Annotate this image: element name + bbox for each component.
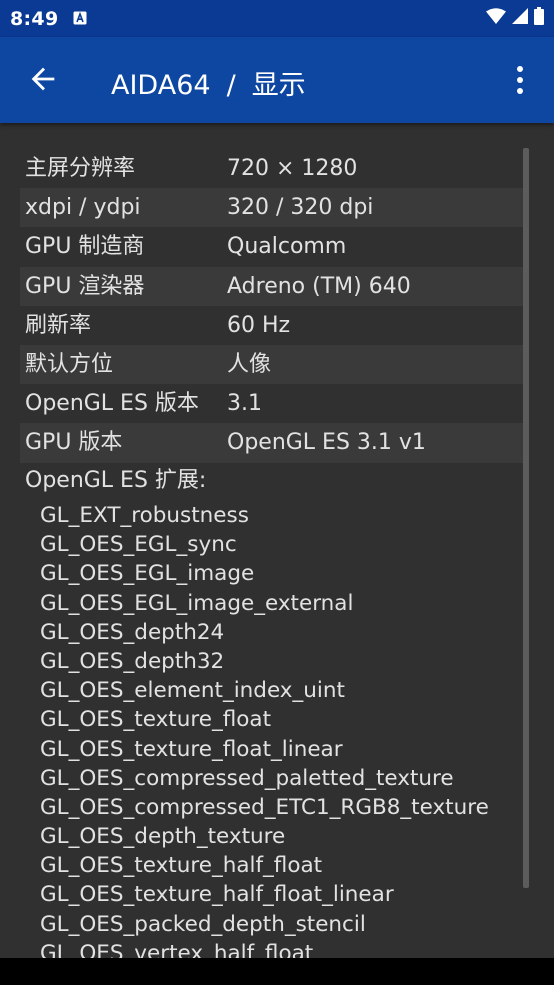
list-item: GL_OES_depth24 (40, 619, 225, 645)
info-row-orientation[interactable]: 默认方位 人像 (20, 344, 529, 385)
list-item: GL_OES_EGL_image_external (40, 590, 354, 616)
list-item: GL_OES_element_index_uint (40, 678, 345, 704)
status-bar: 8:49 (0, 0, 554, 37)
status-time: 8:49 (10, 8, 59, 30)
list-item: GL_OES_EGL_image (40, 561, 255, 587)
list-item: GL_OES_texture_float_linear (40, 736, 343, 762)
list-item: GL_OES_EGL_sync (40, 532, 237, 558)
scrollbar[interactable] (523, 148, 529, 888)
list-item: GL_OES_depth32 (40, 648, 225, 674)
list-item: GL_OES_packed_depth_stencil (40, 911, 366, 937)
display-info-content[interactable]: 主屏分辨率 720 × 1280 xdpi / ydpi 320 / 320 d… (0, 123, 554, 958)
info-label: 主屏分辨率 (25, 156, 136, 181)
info-value: 320 / 320 dpi (227, 195, 374, 221)
info-value: 60 Hz (227, 312, 291, 338)
overflow-menu-button[interactable] (506, 63, 534, 97)
info-label: GPU 渲染器 (25, 273, 145, 299)
title-separator: / (226, 70, 236, 101)
info-value: 720 × 1280 (227, 156, 358, 181)
info-label: 刷新率 (25, 312, 92, 338)
info-value: OpenGL ES 3.1 v1 (227, 430, 426, 456)
info-row-opengl-version[interactable]: OpenGL ES 版本 3.1 (20, 384, 529, 423)
info-label: GPU 制造商 (25, 234, 145, 260)
info-label: OpenGL ES 版本 (25, 391, 199, 417)
cellular-signal-icon (512, 8, 528, 28)
list-item: GL_EXT_robustness (40, 503, 249, 528)
extensions-list: GL_EXT_robustness GL_OES_EGL_sync GL_OES… (40, 501, 489, 958)
info-row-gpu-renderer[interactable]: GPU 渲染器 Adreno (TM) 640 (20, 266, 529, 306)
info-value: Adreno (TM) 640 (227, 273, 411, 299)
app-bar: AIDA64 / 显示 (0, 37, 554, 123)
app-name: AIDA64 (111, 70, 211, 101)
info-value: 3.1 (227, 391, 262, 417)
info-row-gpu-version[interactable]: GPU 版本 OpenGL ES 3.1 v1 (20, 423, 529, 463)
back-button[interactable] (26, 62, 60, 96)
info-value: 人像 (227, 351, 272, 377)
status-icons (486, 7, 544, 29)
wifi-icon (486, 8, 506, 28)
list-item: GL_OES_depth_texture (40, 824, 286, 850)
info-value: Qualcomm (227, 234, 347, 260)
info-label: 默认方位 (25, 351, 114, 377)
info-label: xdpi / ydpi (25, 195, 141, 221)
list-item: GL_OES_texture_half_float (40, 853, 323, 879)
list-item: GL_OES_texture_half_float_linear (40, 882, 394, 908)
info-row-dpi[interactable]: xdpi / ydpi 320 / 320 dpi (20, 188, 529, 228)
battery-icon (534, 7, 544, 29)
list-item: GL_OES_texture_float (40, 707, 271, 733)
list-item: GL_OES_compressed_paletted_texture (40, 765, 454, 791)
arrow-back-icon (31, 67, 55, 91)
info-row-resolution[interactable]: 主屏分辨率 720 × 1280 (20, 149, 529, 188)
page-title: AIDA64 / 显示 (111, 63, 306, 102)
info-row-refresh-rate[interactable]: 刷新率 60 Hz (20, 306, 529, 345)
extensions-heading: OpenGL ES 扩展: (25, 468, 207, 493)
info-label: GPU 版本 (25, 430, 123, 456)
list-item: GL_OES_vertex_half_float (40, 940, 314, 958)
info-row-gpu-vendor[interactable]: GPU 制造商 Qualcomm (20, 227, 529, 266)
app-notification-icon (73, 10, 87, 25)
list-item: GL_OES_compressed_ETC1_RGB8_texture (40, 794, 489, 820)
info-table: 主屏分辨率 720 × 1280 xdpi / ydpi 320 / 320 d… (20, 149, 529, 463)
navigation-bar (0, 958, 554, 985)
more-vert-icon (517, 66, 523, 94)
section-name: 显示 (251, 70, 306, 101)
